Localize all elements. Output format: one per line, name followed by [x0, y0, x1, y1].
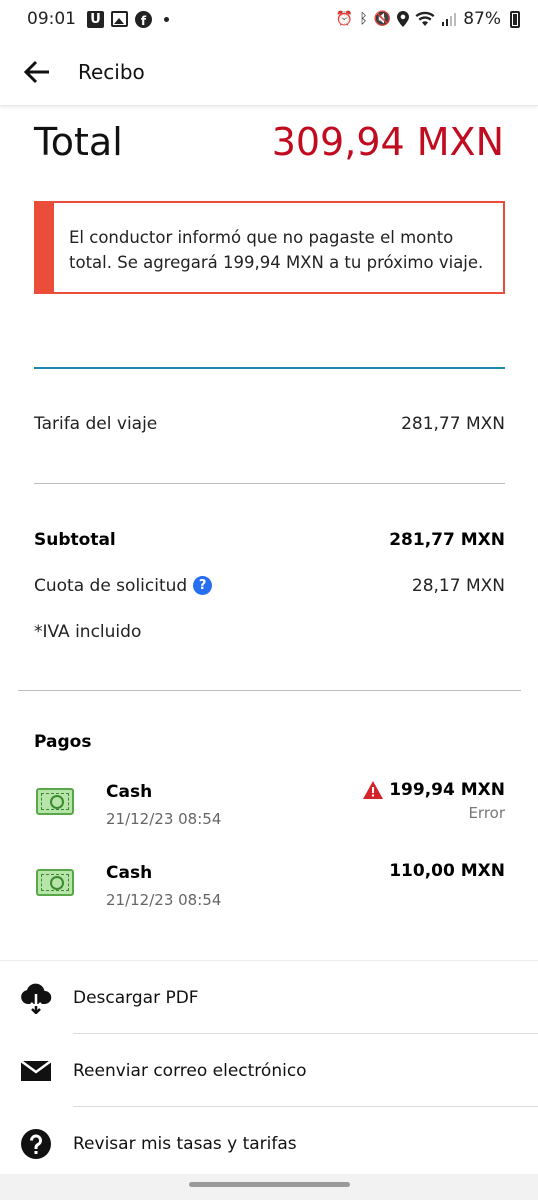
section-divider-accent	[34, 367, 505, 369]
unpaid-alert: El conductor informó que no pagaste el m…	[34, 201, 505, 294]
payment-method: Cash	[106, 863, 153, 883]
app-header: Recibo	[0, 38, 538, 106]
payment-amount: 110,00 MXN	[389, 861, 505, 881]
total-row: Total 309,94 MXN	[34, 120, 504, 164]
payment-amount: 199,94 MXN	[389, 780, 505, 800]
cash-icon	[36, 869, 74, 896]
fee-label-group: Cuota de solicitud?	[34, 576, 213, 596]
payment-amount-group: 110,00 MXN	[389, 861, 505, 881]
more-notifications-icon	[164, 16, 169, 22]
fare-value: 281,77 MXN	[401, 414, 505, 434]
back-button[interactable]	[17, 52, 57, 92]
review-fees-button[interactable]: Revisar mis tasas y tarifas	[0, 1107, 538, 1180]
page-title: Recibo	[78, 59, 145, 84]
payments-title: Pagos	[34, 732, 92, 752]
uber-app-icon: U	[87, 10, 104, 28]
arrow-left-icon	[23, 60, 49, 83]
mute-icon: 🔇	[373, 11, 392, 27]
subtotal-row: Subtotal 281,77 MXN	[34, 530, 505, 550]
bluetooth-icon: ᛒ	[359, 11, 368, 27]
alert-message: El conductor informó que no pagaste el m…	[69, 228, 484, 272]
payment-item: Cash 21/12/23 08:54 199,94 MXN Error	[34, 780, 505, 842]
status-time: 09:01	[27, 9, 76, 29]
system-nav-bar	[0, 1174, 538, 1200]
divider	[18, 690, 521, 691]
gallery-icon	[111, 11, 128, 27]
payment-date: 21/12/23 08:54	[106, 810, 222, 828]
total-label: Total	[34, 120, 123, 164]
payment-amount-group: 199,94 MXN	[363, 780, 505, 800]
download-pdf-button[interactable]: Descargar PDF	[0, 961, 538, 1034]
home-gesture-handle[interactable]	[189, 1182, 350, 1187]
subtotal-value: 281,77 MXN	[389, 530, 505, 550]
action-label: Descargar PDF	[73, 987, 199, 1008]
fee-row: Cuota de solicitud? 28,17 MXN	[34, 576, 505, 596]
status-bar: 09:01 U f ⏰ ᛒ 🔇 87%	[0, 0, 538, 38]
resend-email-button[interactable]: Reenviar correo electrónico	[0, 1034, 538, 1107]
tax-note-row: *IVA incluido	[34, 622, 505, 642]
fee-value: 28,17 MXN	[411, 576, 505, 596]
total-value: 309,94 MXN	[271, 120, 504, 164]
fare-row: Tarifa del viaje 281,77 MXN	[34, 414, 505, 434]
subtotal-label: Subtotal	[34, 530, 116, 550]
fare-label: Tarifa del viaje	[34, 414, 158, 434]
warning-icon	[363, 781, 384, 799]
fee-label: Cuota de solicitud	[34, 576, 188, 596]
wifi-icon	[415, 11, 435, 26]
help-icon[interactable]: ?	[193, 576, 213, 595]
payment-date: 21/12/23 08:54	[106, 891, 222, 909]
tax-note: *IVA incluido	[34, 622, 142, 642]
facebook-icon: f	[135, 10, 152, 28]
action-label: Reenviar correo electrónico	[73, 1060, 307, 1081]
battery-percent: 87%	[463, 9, 501, 29]
battery-icon	[510, 10, 520, 28]
alarm-icon: ⏰	[335, 11, 354, 27]
divider	[34, 483, 505, 484]
signal-icon	[442, 13, 457, 26]
cash-icon	[36, 788, 74, 815]
payment-method: Cash	[106, 782, 153, 802]
action-label: Revisar mis tasas y tarifas	[73, 1133, 297, 1154]
status-left: 09:01 U f	[27, 9, 169, 29]
location-icon	[397, 11, 410, 27]
status-right: ⏰ ᛒ 🔇 87%	[336, 9, 520, 29]
payment-item: Cash 21/12/23 08:54 110,00 MXN	[34, 861, 505, 923]
mail-icon	[20, 1055, 52, 1087]
payment-status: Error	[468, 804, 505, 822]
help-circle-icon	[20, 1128, 52, 1160]
cloud-download-icon	[20, 982, 52, 1014]
